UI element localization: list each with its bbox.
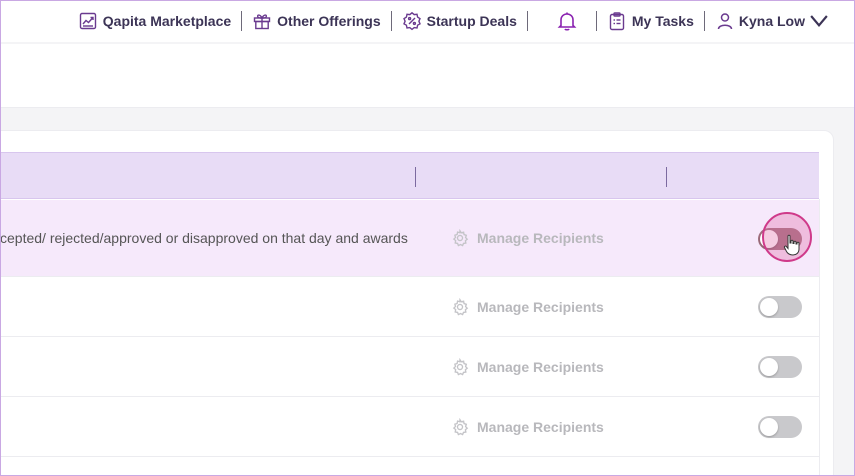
gear-icon xyxy=(452,229,469,247)
nav-divider xyxy=(390,11,392,31)
manage-recipients-label: Manage Recipients xyxy=(477,230,604,246)
page-subheader xyxy=(0,44,855,108)
nav-startup-deals-label: Startup Deals xyxy=(426,13,517,29)
nav-divider xyxy=(241,11,243,31)
row-description: cepted/ rejected/approved or disapproved… xyxy=(0,230,408,246)
clipboard-icon xyxy=(609,12,625,31)
notification-toggle[interactable] xyxy=(758,296,802,318)
manage-recipients-button[interactable]: Manage Recipients xyxy=(451,277,604,336)
table-header xyxy=(0,152,819,199)
gear-icon xyxy=(452,417,469,435)
manage-recipients-label: Manage Recipients xyxy=(477,358,604,375)
column-divider xyxy=(666,167,667,187)
table-row: Manage Recipients xyxy=(0,337,819,397)
notification-toggle[interactable] xyxy=(758,228,802,250)
user-name: Kyna Low xyxy=(738,13,805,29)
notification-toggle[interactable] xyxy=(758,356,802,378)
nav-divider xyxy=(703,11,705,31)
nav-qapita-marketplace-label: Qapita Marketplace xyxy=(102,13,232,29)
nav-qapita-marketplace[interactable]: Qapita Marketplace xyxy=(78,11,231,31)
manage-recipients-label: Manage Recipients xyxy=(477,298,604,315)
toggle-knob xyxy=(760,298,778,316)
nav-divider xyxy=(526,11,528,31)
gift-icon xyxy=(253,14,271,30)
notification-toggle[interactable] xyxy=(758,416,802,438)
manage-recipients-label: Manage Recipients xyxy=(477,418,604,435)
gear-icon xyxy=(452,357,469,375)
nav-other-offerings[interactable]: Other Offerings xyxy=(252,11,381,31)
user-menu[interactable]: Kyna Low xyxy=(715,11,829,31)
toggle-knob xyxy=(760,418,778,436)
toggle-knob xyxy=(760,230,778,248)
manage-recipients-button[interactable]: Manage Recipients xyxy=(451,200,604,276)
nav-other-offerings-label: Other Offerings xyxy=(277,13,381,29)
table-row: Manage Recipients xyxy=(0,397,819,457)
toggle-knob xyxy=(760,358,778,376)
table-edge xyxy=(819,199,820,476)
column-divider xyxy=(415,167,416,187)
user-icon xyxy=(717,13,733,30)
nav-my-tasks-label: My Tasks xyxy=(631,13,694,29)
manage-recipients-button[interactable]: Manage Recipients xyxy=(451,397,604,456)
percent-badge-icon xyxy=(402,11,421,31)
bell-icon xyxy=(557,12,577,31)
chart-icon xyxy=(79,12,96,30)
gear-icon xyxy=(452,297,469,315)
nav-divider xyxy=(595,11,597,31)
manage-recipients-button[interactable]: Manage Recipients xyxy=(451,337,604,396)
notifications-button[interactable] xyxy=(556,10,578,32)
table-row: Manage Recipients xyxy=(0,277,819,337)
chevron-down-icon xyxy=(810,15,828,27)
table-row: cepted/ rejected/approved or disapproved… xyxy=(0,200,819,277)
nav-startup-deals[interactable]: Startup Deals xyxy=(402,11,517,31)
top-navbar: Qapita Marketplace Other Offerings Start… xyxy=(0,0,855,42)
nav-my-tasks[interactable]: My Tasks xyxy=(607,11,694,31)
